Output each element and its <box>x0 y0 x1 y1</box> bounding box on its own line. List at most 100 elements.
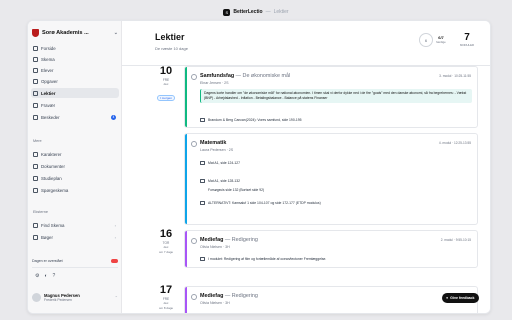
sidebar-item-find-skema[interactable]: Find Skema › <box>31 220 119 230</box>
sidebar-item-label: Elever <box>41 67 54 73</box>
subject-color-bar <box>185 287 187 313</box>
date-month: dec <box>163 301 169 305</box>
homework-item[interactable]: I modulet: Redigering af film og fortæll… <box>200 257 326 261</box>
complete-checkbox[interactable] <box>191 74 197 80</box>
divider <box>32 267 118 268</box>
app-window: Sorø Akademis ... ⌄ Forside Skema Elever… <box>27 20 491 314</box>
relative-date: om 8 dage <box>158 306 174 310</box>
unread-badge: 4 <box>111 114 116 120</box>
sidebar-item-label: Studieplan <box>41 175 62 181</box>
school-switcher[interactable]: Sorø Akademis ... ⌄ <box>32 26 118 40</box>
date-month: dec <box>163 245 169 249</box>
folder-icon <box>33 163 38 169</box>
sidebar-item-karakterer[interactable]: Karakterer <box>31 149 119 159</box>
lesson-title: Samfundsfag — De økonomiske mål <box>200 73 290 79</box>
lesson-card[interactable]: Samfundsfag — De økonomiske mål Elnar Je… <box>184 66 478 128</box>
sidebar-item-label: Forside <box>41 45 56 51</box>
help-icon[interactable]: ? <box>53 273 56 279</box>
page-subtitle: De næste 10 dage <box>155 46 188 51</box>
homework-text: ALTERNATIVT: Kamsaluf 1 side 104-107 og … <box>208 201 321 205</box>
homework-item[interactable]: Mat A1, side 128-132 <box>200 179 240 183</box>
book-icon <box>200 161 205 165</box>
sidebar-item-label: Find Skema <box>41 222 65 228</box>
lesson-time: 2. modul · 9:55-10:15 <box>440 238 471 242</box>
sidebar-item-fravaer[interactable]: Fravær <box>31 100 119 110</box>
relative-date-badge: I morgen <box>157 95 175 101</box>
sidebar-item-studieplan[interactable]: Studieplan <box>31 173 119 183</box>
sidebar-item-label: Bøger <box>41 234 53 240</box>
completed-label: færdige <box>436 40 446 44</box>
sidebar-item-beskeder[interactable]: Beskeder 4 <box>31 112 119 122</box>
sidebar-item-opgaver[interactable]: Opgaver <box>31 76 119 86</box>
lesson-title: Matematik <box>200 140 227 146</box>
sidebar-item-dokumenter[interactable]: Dokumenter <box>31 161 119 171</box>
user-subtitle: Frederik Pedersen <box>44 297 72 302</box>
utility-icons: ⚙ ◐ ? <box>35 273 55 279</box>
user-name: Magnus Pedersen <box>44 292 80 298</box>
book-icon <box>33 90 38 96</box>
avatar <box>32 292 41 302</box>
user-info: Magnus Pedersen Frederik Pedersen <box>44 293 80 302</box>
school-crest-icon <box>32 29 39 37</box>
lesson-card[interactable]: Mediefag — Redigering Olivia Nielsen · 3… <box>184 286 478 313</box>
plan-icon <box>33 175 38 181</box>
progress-circle: 6 <box>419 33 433 47</box>
homework-text: Mat A1, side 128-132 <box>208 179 241 183</box>
section-label-mere: Mere <box>33 139 42 143</box>
homework-text: I modulet: Redigering af film og fortæll… <box>208 257 327 261</box>
date-month: dec <box>163 82 169 86</box>
homework-note: Forsøgsvis side 132 (Bortset side 92) <box>208 188 265 192</box>
lesson-subject: Samfundsfag <box>200 73 235 79</box>
book-icon <box>200 118 205 122</box>
settings-icon[interactable]: ⚙ <box>35 273 39 279</box>
sidebar-item-elever[interactable]: Elever <box>31 65 119 75</box>
user-menu[interactable]: Magnus Pedersen Frederik Pedersen ⌃ <box>32 289 118 305</box>
chevron-down-icon: ⌄ <box>113 30 118 36</box>
app-name: BetterLectio <box>233 9 263 15</box>
sidebar-item-label: Dokumenter <box>41 163 65 169</box>
sidebar-item-spoergeskema[interactable]: Spørgeskema <box>31 185 119 195</box>
subject-color-bar <box>185 231 187 267</box>
lesson-title: Mediefag — Redigering <box>200 237 258 243</box>
homework-item[interactable]: Mat A1, side 124-127 <box>200 161 240 165</box>
title-separator: — <box>265 9 271 15</box>
sidebar-item-forside[interactable]: Forside <box>31 43 119 53</box>
clock-icon <box>33 102 38 108</box>
theme-icon[interactable]: ◐ <box>44 273 47 279</box>
subject-color-bar <box>185 67 187 127</box>
survey-icon <box>33 187 38 193</box>
lesson-topic-separator: — <box>235 73 242 79</box>
sidebar: Sorø Akademis ... ⌄ Forside Skema Elever… <box>28 21 122 313</box>
day-status-label: Dagen er overstået <box>32 259 63 263</box>
homework-item[interactable]: ALTERNATIVT: Kamsaluf 1 side 104-107 og … <box>200 201 321 205</box>
date-day: 16 <box>159 228 173 240</box>
sidebar-item-boeger[interactable]: Bøger › <box>31 232 119 242</box>
modules-stat: 7 MODULER <box>456 33 478 48</box>
lesson-time: 4. modul · 12:25-13:55 <box>438 141 471 145</box>
status-toggle[interactable] <box>111 259 118 263</box>
books-icon <box>33 234 38 240</box>
sidebar-item-skema[interactable]: Skema <box>31 54 119 64</box>
lesson-topic-separator: — <box>224 237 231 243</box>
sidebar-item-lektier[interactable]: Lektier <box>31 88 119 98</box>
sidebar-item-label: Spørgeskema <box>41 187 69 193</box>
sidebar-item-label: Beskeder <box>41 114 60 120</box>
lesson-card[interactable]: Mediefag — Redigering Olivia Nielsen · 3… <box>184 230 478 268</box>
modules-label: MODULER <box>460 43 474 47</box>
homework-item[interactable]: Brandum & Berg Cancan(2024): Vores samfu… <box>200 118 302 122</box>
lesson-subject: Mediefag <box>200 293 224 299</box>
book-icon <box>200 179 205 183</box>
lesson-teacher: Elnar Jensen · 2S <box>200 81 229 85</box>
lesson-note: Dagens korte handler om "de økonomiske m… <box>200 89 472 103</box>
message-icon <box>33 114 38 120</box>
window-page-name: Lektier <box>273 9 289 15</box>
complete-checkbox[interactable] <box>191 294 197 300</box>
lesson-card[interactable]: Matematik Laura Pedersen · 2S 4. modul ·… <box>184 133 478 225</box>
complete-checkbox[interactable] <box>191 238 197 244</box>
feedback-icon: ● <box>446 296 449 300</box>
lesson-teacher: Laura Pedersen · 2S <box>200 148 234 152</box>
users-icon <box>33 67 38 73</box>
give-feedback-button[interactable]: ● Give feedback <box>442 293 479 303</box>
lesson-teacher: Olivia Nielsen · 3H <box>200 245 230 249</box>
complete-checkbox[interactable] <box>191 141 197 147</box>
